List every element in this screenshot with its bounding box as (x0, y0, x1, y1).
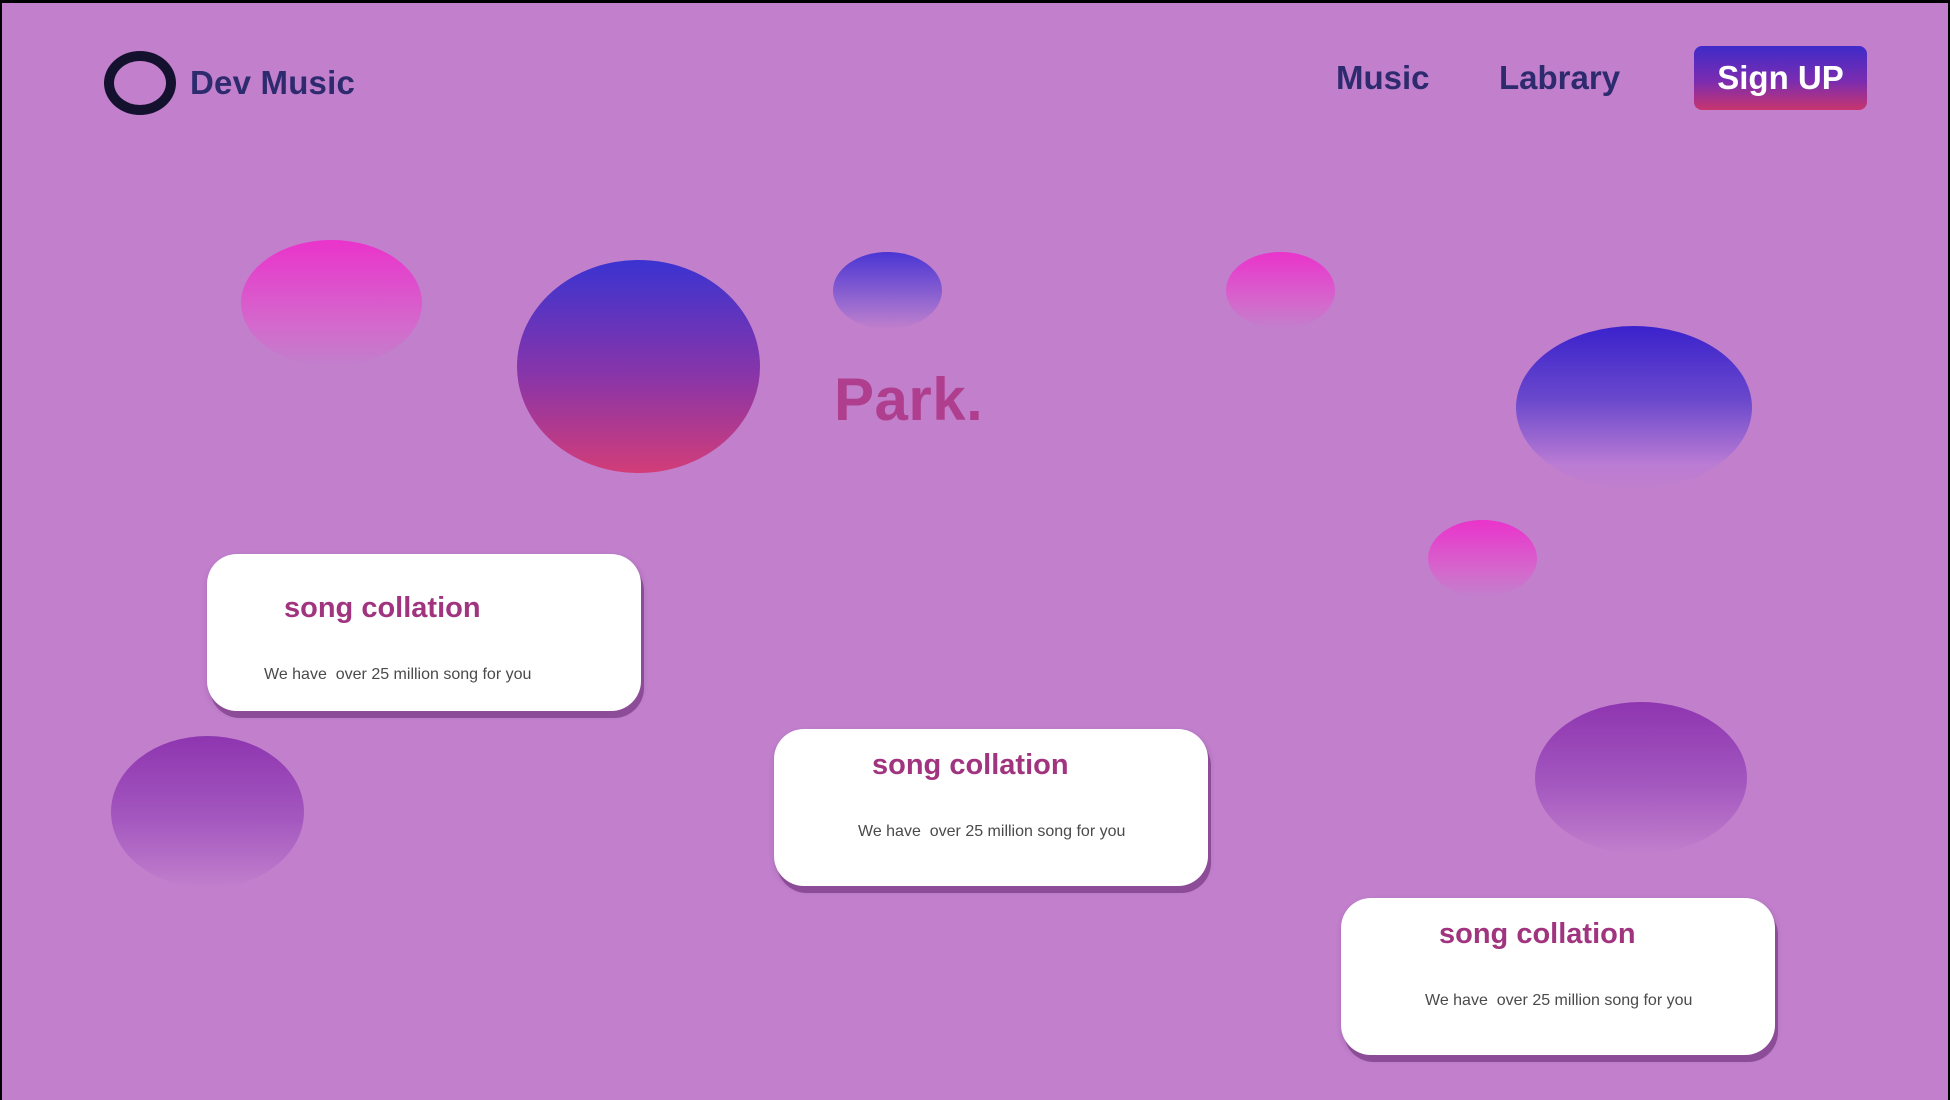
song-collection-card[interactable]: song collation We have over 25 million s… (207, 554, 641, 711)
card-description: We have over 25 million song for you (1425, 992, 1693, 1009)
sign-up-button[interactable]: Sign UP (1694, 46, 1867, 110)
nav-link-music[interactable]: Music (1336, 59, 1430, 97)
ring-logo-icon (104, 51, 176, 115)
card-title: song collation (872, 749, 1069, 781)
decorative-pink-blob-small (1226, 252, 1335, 329)
card-description: We have over 25 million song for you (858, 823, 1126, 840)
decorative-pink-blob (241, 240, 422, 366)
decorative-purple-blob-right (1535, 702, 1747, 854)
nav-link-library[interactable]: Labrary (1499, 59, 1620, 97)
decorative-gradient-blob-large (517, 260, 760, 473)
song-collection-card[interactable]: song collation We have over 25 million s… (774, 729, 1208, 886)
card-title: song collation (1439, 918, 1636, 950)
decorative-purple-blob-left (111, 736, 304, 888)
page: Dev Music Music Labrary Sign UP Park. so… (2, 3, 1948, 1100)
card-title: song collation (284, 592, 481, 624)
decorative-blue-blob-small (833, 252, 942, 329)
hero-title: Park. (834, 366, 984, 433)
decorative-blue-blob-right (1516, 326, 1752, 489)
decorative-pink-blob-right (1428, 520, 1537, 597)
card-description: We have over 25 million song for you (264, 666, 532, 683)
brand-name: Dev Music (190, 64, 356, 101)
brand-logo[interactable]: Dev Music (104, 51, 355, 115)
song-collection-card[interactable]: song collation We have over 25 million s… (1341, 898, 1775, 1055)
